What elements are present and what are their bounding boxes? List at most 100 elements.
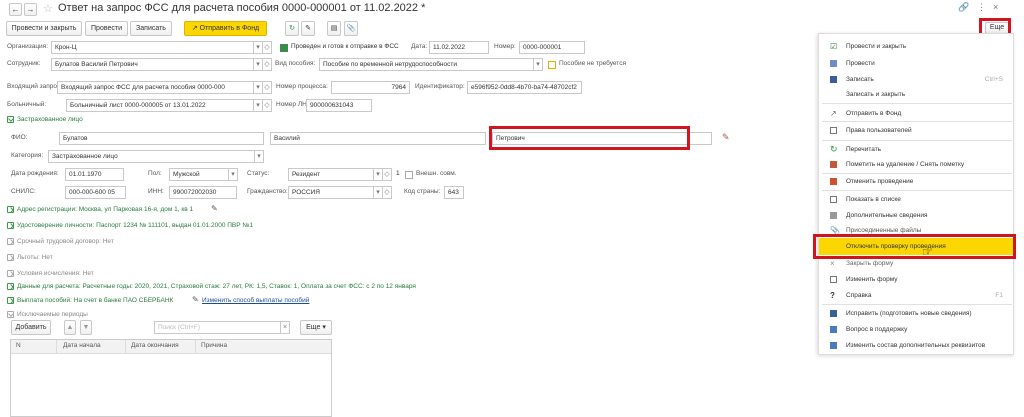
menu-item-mark-delete[interactable]: Пометить на удаление / Снять пометку [819, 156, 1015, 173]
menu-item-change-attrs[interactable]: Изменить состав дополнительных реквизито… [819, 337, 1015, 354]
first-name-field[interactable]: Василий [270, 132, 486, 145]
employee-open[interactable]: ◇ [262, 58, 272, 71]
contract-section[interactable]: Срочный трудовой договор: Нет [17, 236, 114, 248]
status-checkbox [280, 44, 288, 52]
menu-item-unpost[interactable]: Отменить проведение [819, 173, 1015, 190]
forward-button[interactable]: → [24, 3, 37, 16]
inn-field[interactable]: 990072002030 [169, 186, 237, 199]
benefit-type-field[interactable]: Пособие по временной нетрудоспособности [319, 58, 534, 71]
fix-icon [830, 310, 837, 317]
calc-data-expand-icon[interactable] [7, 283, 14, 290]
post-close-button[interactable]: Провести и закрыть [6, 21, 82, 36]
close-icon[interactable]: × [993, 2, 998, 12]
attach-button[interactable]: 📎 [344, 21, 358, 36]
menu-item-post-close[interactable]: ☑ Провести и закрыть [819, 38, 1015, 55]
identifier-field[interactable]: e596f952-0dd8-4b70-ba74-48702cf2 [467, 81, 582, 94]
search-clear[interactable]: × [280, 321, 290, 334]
support-icon [830, 326, 837, 333]
excluded-collapse-icon[interactable] [7, 311, 14, 318]
menu-item-show-list[interactable]: Показать в списке [819, 191, 1015, 208]
payment-section[interactable]: Выплата пособий: На счет в банке ПАО СБЕ… [17, 295, 173, 307]
org-open[interactable]: ◇ [262, 41, 272, 54]
citizenship-field[interactable]: РОССИЯ [288, 186, 374, 199]
process-num-field[interactable]: 7964 [331, 81, 410, 94]
col-start[interactable]: Дата начала [63, 342, 101, 349]
save-button[interactable]: Записать [130, 21, 172, 36]
extra-info-icon [830, 212, 837, 219]
address-expand-icon[interactable] [7, 206, 14, 213]
org-field[interactable]: Крон-Ц [51, 41, 254, 54]
identity-expand-icon[interactable] [7, 222, 14, 229]
no-benefit-checkbox[interactable] [548, 61, 556, 69]
help-icon: ? [830, 291, 835, 300]
status-field[interactable]: Резидент [288, 168, 374, 181]
edit-name-icon[interactable]: ✎ [722, 132, 730, 143]
citizenship-open[interactable]: ◇ [382, 186, 392, 199]
menu-item-help[interactable]: ? Справка F1 [819, 287, 1015, 304]
sick-list-open[interactable]: ◇ [262, 99, 272, 112]
identity-section[interactable]: Удостоверение личности: Паспорт 1234 № 1… [17, 220, 253, 232]
report-button[interactable]: ▤ [327, 21, 341, 36]
sex-field[interactable]: Мужской [169, 168, 229, 181]
col-n[interactable]: N [16, 342, 21, 349]
post-button[interactable]: Провести [85, 21, 128, 36]
edit-button[interactable]: ✎ [301, 21, 315, 36]
number-field[interactable]: 0000-000001 [519, 41, 585, 54]
sick-list-field[interactable]: Больничный лист 0000-000005 от 13.01.202… [66, 99, 254, 112]
link-icon[interactable]: 🔗 [958, 2, 969, 13]
address-edit-icon[interactable]: ✎ [211, 204, 218, 213]
send-fund-icon: ↗ [830, 109, 837, 118]
col-reason[interactable]: Причина [201, 342, 227, 349]
back-button[interactable]: ← [9, 3, 22, 16]
excluded-table[interactable]: N Дата начала Дата окончания Причина [10, 339, 332, 417]
payment-expand-icon[interactable] [7, 297, 14, 304]
sex-dropdown[interactable]: ▾ [228, 168, 238, 181]
menu-item-save-close[interactable]: Записать и закрыть [819, 86, 1015, 103]
change-payment-link[interactable]: Изменить способ выплаты пособий [202, 295, 309, 307]
table-more-button[interactable]: Еще ▾ [300, 320, 332, 335]
benefits-section[interactable]: Льготы: Нет [17, 252, 53, 264]
calc-data-section[interactable]: Данные для расчета: Расчетные годы: 2020… [17, 281, 416, 293]
move-up-button[interactable]: ▲ [64, 320, 76, 335]
menu-item-post[interactable]: Провести [819, 55, 1015, 72]
category-dropdown[interactable]: ▾ [254, 150, 264, 163]
menu-item-fix[interactable]: Исправить (подготовить новые сведения) [819, 305, 1015, 322]
country-code-field[interactable]: 643 [444, 186, 464, 199]
conditions-expand-icon[interactable] [7, 270, 14, 277]
add-button[interactable]: Добавить [11, 320, 51, 335]
menu-item-send-fund[interactable]: ↗ Отправить в Фонд [819, 105, 1015, 122]
move-down-button[interactable]: ▼ [80, 320, 92, 335]
conditions-section[interactable]: Условия исчисления: Нет [17, 268, 94, 280]
birth-field[interactable]: 01.01.1970 [65, 168, 124, 181]
star-icon[interactable]: ☆ [43, 2, 53, 15]
menu-shortcut: F1 [995, 292, 1003, 299]
ln-num-field[interactable]: 900000631043 [306, 99, 372, 112]
insured-collapse-icon[interactable] [7, 116, 14, 123]
col-end[interactable]: Дата окончания [131, 342, 179, 349]
foreign-checkbox[interactable] [405, 171, 413, 179]
address-section[interactable]: Адрес регистрации: Москва, ул Парковая 1… [17, 204, 193, 216]
attach-icon: 📎 [830, 226, 840, 235]
send-icon: ↗ [191, 25, 200, 32]
insured-section-label[interactable]: Застрахованное лицо [17, 114, 83, 126]
menu-item-rights[interactable]: Права пользователей [819, 122, 1015, 139]
benefit-type-dropdown[interactable]: ▾ [533, 58, 543, 71]
status-open[interactable]: ◇ [382, 168, 392, 181]
category-field[interactable]: Застрахованное лицо [48, 150, 255, 163]
date-field[interactable]: 11.02.2022 [429, 41, 489, 54]
snils-field[interactable]: 000-000-600 05 [65, 186, 126, 199]
send-fund-button[interactable]: ↗ Отправить в Фонд [184, 21, 267, 36]
last-name-field[interactable]: Булатов [59, 132, 264, 145]
benefits-expand-icon[interactable] [7, 254, 14, 261]
table-search-input[interactable]: Поиск (Ctrl+F) [154, 321, 290, 334]
request-field[interactable]: Входящий запрос ФСС для расчета пособия … [57, 81, 254, 94]
sex-label: Пол: [148, 170, 162, 177]
request-open[interactable]: ◇ [262, 81, 272, 94]
menu-item-support[interactable]: Вопрос в поддержку [819, 321, 1015, 338]
employee-field[interactable]: Булатов Василий Петрович [51, 58, 254, 71]
refresh-button[interactable]: ↻ [285, 21, 299, 36]
menu-item-change-form[interactable]: Изменить форму [819, 271, 1015, 288]
more-vertical-icon[interactable]: ⋮ [977, 2, 986, 13]
contract-expand-icon[interactable] [7, 238, 14, 245]
col-divider [195, 340, 196, 354]
